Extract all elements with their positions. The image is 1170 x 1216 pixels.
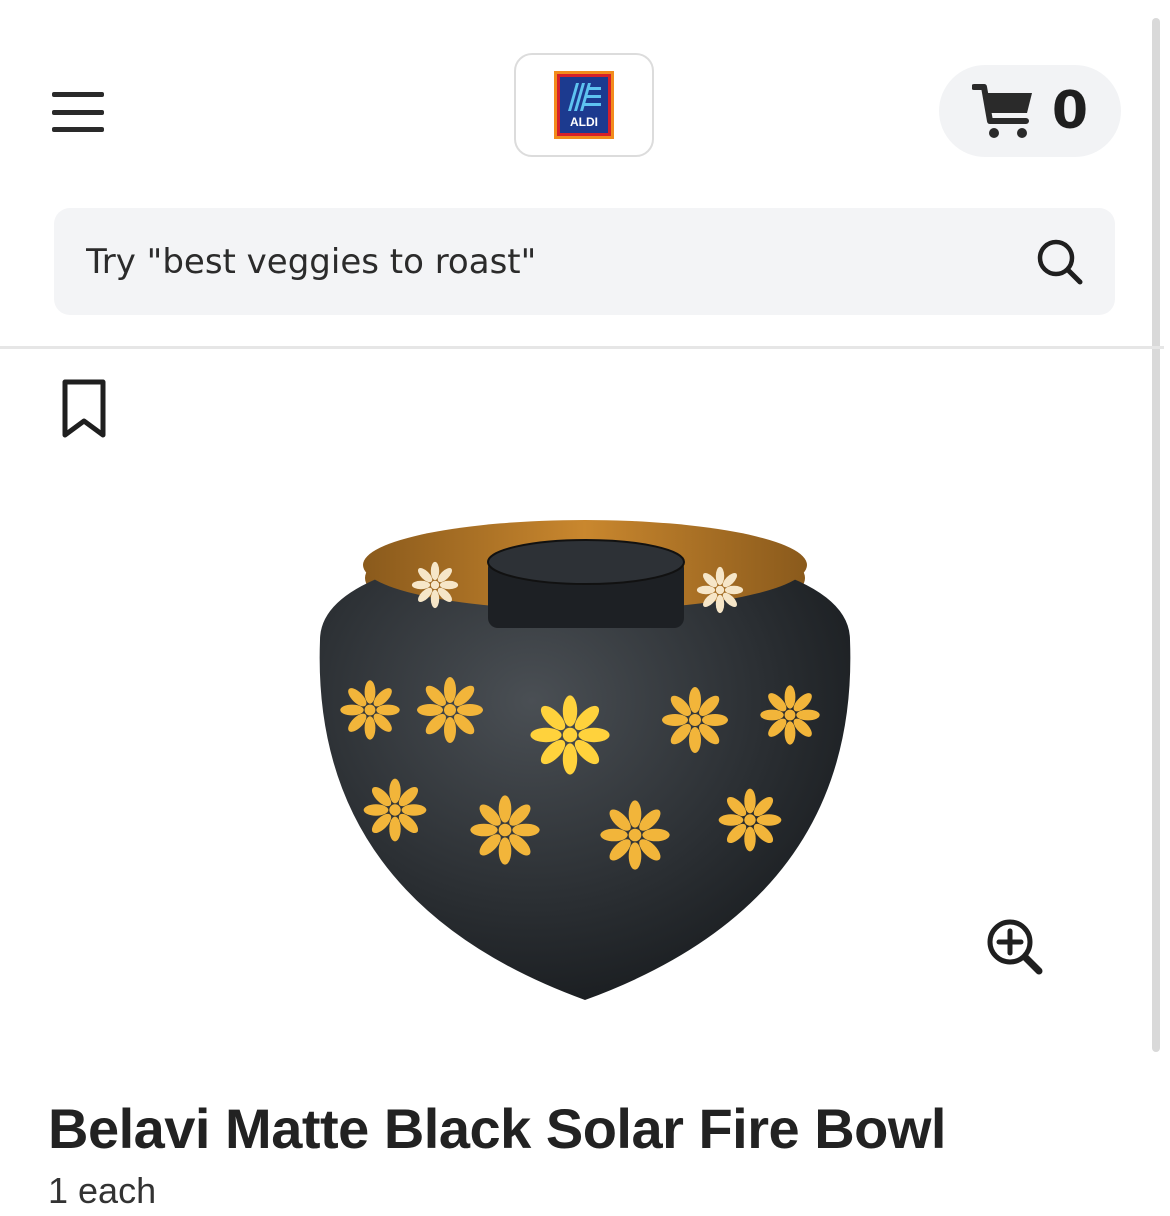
search-bar[interactable]	[54, 208, 1115, 315]
hamburger-menu-icon[interactable]	[52, 92, 104, 132]
bookmark-icon[interactable]	[60, 378, 108, 440]
product-size: 1 each	[48, 1170, 157, 1211]
cart-count: 0	[1051, 81, 1089, 141]
header-divider	[0, 346, 1164, 349]
scrollbar[interactable]	[1152, 18, 1160, 1052]
search-input[interactable]	[84, 240, 988, 283]
shopping-cart-icon	[971, 84, 1032, 138]
aldi-logo-icon: ALDI	[554, 71, 614, 139]
product-title: Belavi Matte Black Solar Fire Bowl	[48, 1097, 946, 1160]
cart-button[interactable]: 0	[939, 65, 1121, 157]
zoom-in-icon[interactable]	[984, 916, 1044, 976]
aldi-logo[interactable]: ALDI	[514, 53, 654, 157]
product-image[interactable]	[300, 500, 870, 1020]
search-icon[interactable]	[1035, 237, 1085, 287]
logo-text: ALDI	[570, 115, 598, 129]
product-page: ALDI 0 Try "best veggies to roast" Belav…	[0, 0, 1170, 1216]
